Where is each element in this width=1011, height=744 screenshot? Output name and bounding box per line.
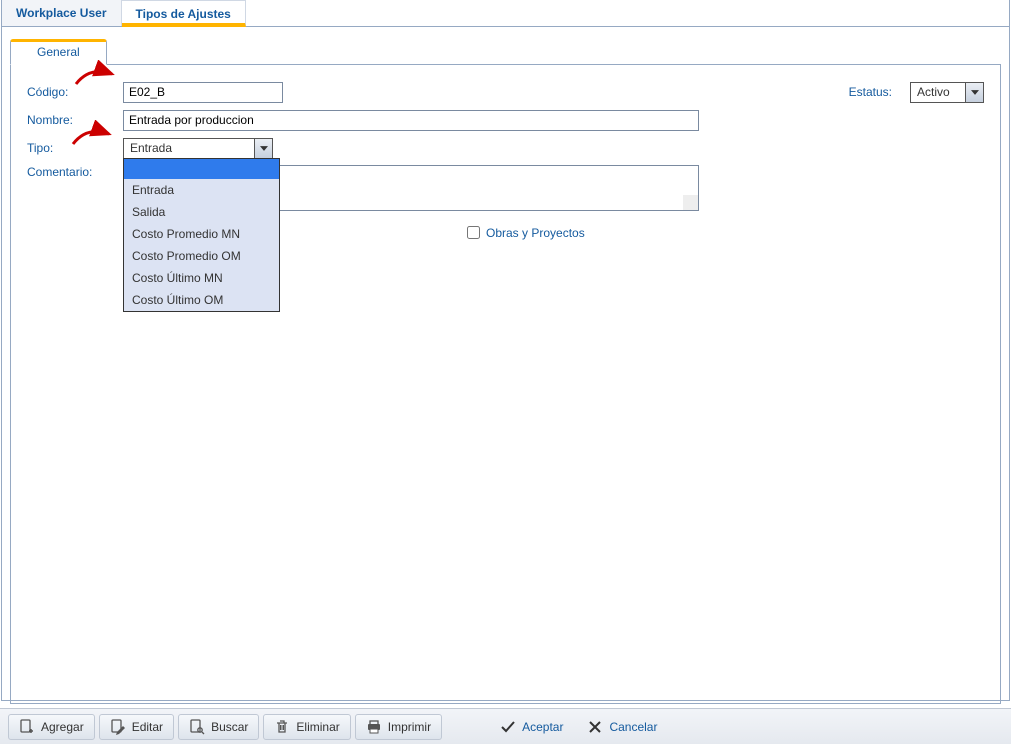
tipo-value: Entrada <box>124 139 254 157</box>
tab-tipos-de-ajustes[interactable]: Tipos de Ajustes <box>122 0 246 27</box>
label-nombre: Nombre: <box>27 113 123 127</box>
imprimir-button[interactable]: Imprimir <box>355 714 442 740</box>
tab-general[interactable]: General <box>10 39 107 65</box>
label-obras-proyectos: Obras y Proyectos <box>486 226 585 240</box>
tipo-select[interactable]: Entrada <box>123 138 273 159</box>
imprimir-label: Imprimir <box>388 720 431 734</box>
cancelar-button[interactable]: Cancelar <box>577 715 667 739</box>
tipo-option-entrada[interactable]: Entrada <box>124 179 279 201</box>
eliminar-button[interactable]: Eliminar <box>263 714 350 740</box>
chevron-down-icon <box>254 139 272 158</box>
chevron-down-icon <box>965 83 983 102</box>
aceptar-button[interactable]: Aceptar <box>490 715 573 739</box>
tipo-option-costo-promedio-om[interactable]: Costo Promedio OM <box>124 245 279 267</box>
codigo-input[interactable] <box>123 82 283 103</box>
top-tabbar: Workplace User Tipos de Ajustes <box>2 0 1009 27</box>
tipo-option-blank[interactable] <box>124 159 279 179</box>
content-area: General Código: Estatus: Activo <box>2 27 1009 704</box>
editar-label: Editar <box>132 720 163 734</box>
buscar-label: Buscar <box>211 720 248 734</box>
edit-page-icon <box>110 719 126 735</box>
add-page-icon <box>19 719 35 735</box>
agregar-button[interactable]: Agregar <box>8 714 95 740</box>
tipo-option-costo-promedio-mn[interactable]: Costo Promedio MN <box>124 223 279 245</box>
printer-icon <box>366 719 382 735</box>
label-estatus: Estatus: <box>849 85 892 99</box>
estatus-select[interactable]: Activo <box>910 82 984 103</box>
agregar-label: Agregar <box>41 720 84 734</box>
buscar-button[interactable]: Buscar <box>178 714 259 740</box>
tipo-option-salida[interactable]: Salida <box>124 201 279 223</box>
checkmark-icon <box>500 719 516 735</box>
tipo-option-costo-ultimo-om[interactable]: Costo Último OM <box>124 289 279 311</box>
inner-tabbar: General <box>10 39 1001 65</box>
nombre-input[interactable] <box>123 110 699 131</box>
cancelar-label: Cancelar <box>609 720 657 734</box>
aceptar-label: Aceptar <box>522 720 563 734</box>
tab-workplace-user[interactable]: Workplace User <box>2 0 122 26</box>
tipo-dropdown-list[interactable]: Entrada Salida Costo Promedio MN Costo P… <box>123 158 280 312</box>
search-page-icon <box>189 719 205 735</box>
label-codigo: Código: <box>27 85 123 99</box>
form-panel: Código: Estatus: Activo Nombre: <box>10 64 1001 704</box>
label-comentario: Comentario: <box>27 165 123 179</box>
obras-proyectos-checkbox[interactable] <box>467 226 480 239</box>
estatus-value: Activo <box>911 83 965 101</box>
tipo-option-costo-ultimo-mn[interactable]: Costo Último MN <box>124 267 279 289</box>
trash-icon <box>274 719 290 735</box>
eliminar-label: Eliminar <box>296 720 339 734</box>
label-tipo: Tipo: <box>27 141 123 155</box>
editar-button[interactable]: Editar <box>99 714 174 740</box>
bottom-toolbar: Agregar Editar Buscar Eliminar Imprimir … <box>0 708 1011 744</box>
main-window: Workplace User Tipos de Ajustes General … <box>1 0 1010 701</box>
close-icon <box>587 719 603 735</box>
